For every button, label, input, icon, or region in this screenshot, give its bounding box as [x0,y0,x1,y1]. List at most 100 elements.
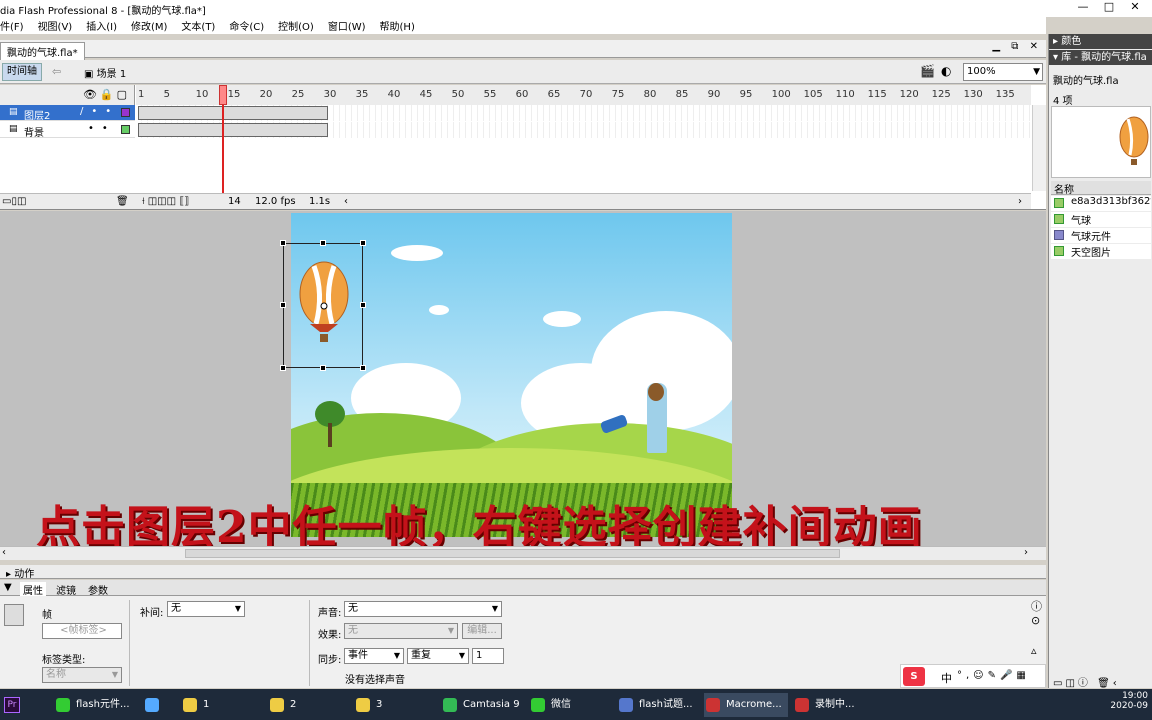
frame-ruler[interactable]: 1 5 10 15 20 25 30 35 40 45 50 55 60 65 70 75 80 85 90 95 10… [136,85,1031,105]
properties-panel: 帧 <帧标签> 标签类型: 名称 ▼ 补间: 无 ▼ 声音: 无 ▼ 效果: 无 ▼ 编… [0,596,1046,688]
edit-scene-icons[interactable]: 🎬◐ [920,64,957,78]
transform-handle[interactable] [280,302,286,308]
scroll-left-icon[interactable]: ‹ [344,196,348,207]
layer-row-background[interactable]: ▤ 背景 •• [0,122,135,139]
balloon-symbol[interactable] [284,244,364,369]
effect-select[interactable]: 无 ▼ [344,623,458,639]
library-item[interactable]: e8a3d313bf362f97 [1051,196,1151,211]
timeline-toggle-button[interactable]: 时间轴 [2,63,42,81]
transform-handle[interactable] [320,240,326,246]
taskbar-item-1[interactable] [143,693,167,717]
maximize-button[interactable]: □ [1096,0,1122,13]
chevron-down-icon: ▼ [458,651,465,660]
taskbar-item-5[interactable]: Camtasia 9 [441,693,525,717]
scroll-thumb[interactable] [185,549,840,558]
frame-span-background[interactable] [138,123,328,137]
delete-layer-icon[interactable]: 🗑 [116,196,129,207]
tab-parameters[interactable]: 参数 [88,582,108,597]
edit-button[interactable]: 编辑... [462,623,502,639]
library-tool-icons[interactable]: ▭◫ⓘ 🗑‹ [1053,674,1120,689]
cloud [391,245,443,261]
playhead-handle[interactable] [219,85,227,105]
ime-toolbar[interactable]: S 中 °,☺✎🎤▦ [900,664,1046,688]
minimize-button[interactable]: — [1070,0,1096,13]
taskbar-item-6[interactable]: 微信 [529,693,609,717]
collapse-icon[interactable]: ▵ [1031,644,1037,657]
taskbar-item-4[interactable]: 3 [354,693,434,717]
layer-row-2[interactable]: ▤ 图层2 /•• [0,105,135,122]
label-type-select[interactable]: 名称 ▼ [42,667,122,683]
ruler-tick-label: 95 [739,89,753,100]
menu-insert[interactable]: 插入(I) [86,18,117,33]
sync-select[interactable]: 事件 ▼ [344,648,404,664]
selection-box[interactable] [280,240,366,371]
scroll-right-icon[interactable]: › [1024,547,1028,558]
menu-view[interactable]: 视图(V) [38,18,73,33]
stage-area: 点击图层2中任一帧，右键选择创建补间动画 [0,211,1046,553]
back-arrow-icon[interactable]: ⇦ [52,65,61,78]
layer-visibility-lock-outline-icons[interactable]: 👁🔒▢ [83,88,130,101]
layer-state-dots[interactable]: /•• [80,106,119,117]
ime-mode[interactable]: 中 [941,670,952,686]
layer-color-swatch[interactable] [121,108,130,117]
library-item[interactable]: 气球 [1051,212,1151,227]
tween-select[interactable]: 无 ▼ [167,601,245,617]
sound-select[interactable]: 无 ▼ [344,601,502,617]
taskbar-item-2[interactable]: 1 [181,693,261,717]
repeat-select[interactable]: 重复 ▼ [407,648,469,664]
library-name-column[interactable]: 名称 [1051,181,1151,196]
taskbar-item-3[interactable]: 2 [268,693,348,717]
menu-file[interactable]: 件(F) [0,18,24,33]
settings-icon[interactable]: ⊙ [1031,614,1040,627]
tab-filters[interactable]: 滤镜 [56,582,76,597]
stage-horizontal-scrollbar[interactable]: ‹ › [0,546,1046,560]
scroll-left-icon[interactable]: ‹ [2,547,6,558]
transform-handle[interactable] [360,365,366,371]
document-tab[interactable]: 飘动的气球.fla* [0,42,85,60]
layer-color-swatch[interactable] [121,125,130,134]
flash-icon [706,698,720,712]
scroll-right-icon[interactable]: › [1018,196,1022,207]
menu-help[interactable]: 帮助(H) [380,18,415,33]
collapse-arrow-icon[interactable]: ▼ [4,582,12,593]
taskbar-item-0[interactable]: flash元件... [54,693,134,717]
menu-text[interactable]: 文本(T) [181,18,215,33]
playhead[interactable] [219,85,227,193]
frame-span-layer2[interactable] [138,106,328,120]
menu-modify[interactable]: 修改(M) [131,18,167,33]
transform-handle[interactable] [320,365,326,371]
menu-window[interactable]: 窗口(W) [328,18,366,33]
transform-handle[interactable] [360,302,366,308]
transform-handle[interactable] [360,240,366,246]
add-layer-icons[interactable]: ▭▯◫ [2,196,26,207]
scene-breadcrumb[interactable]: ▣ 场景 1 [84,65,126,80]
menu-control[interactable]: 控制(O) [278,18,314,33]
frame-label-input[interactable]: <帧标签> [42,623,122,639]
transform-handle[interactable] [280,240,286,246]
library-item[interactable]: 天空图片 [1051,244,1151,259]
taskbar-item-7[interactable]: flash试题... [617,693,697,717]
sogou-icon[interactable]: S [903,667,925,686]
close-button[interactable]: ✕ [1122,0,1148,13]
layer-state-dots[interactable]: •• [88,123,116,134]
library-file-select[interactable]: 飘动的气球.fla [1053,72,1119,87]
document-window-controls[interactable]: ▁ ⧉ ✕ [992,41,1042,52]
clock-date: 2020-09 [1110,701,1148,711]
taskbar-pr-icon[interactable]: Pr [0,693,20,717]
library-panel-header[interactable]: ▾ 库 - 飘动的气球.fla [1049,50,1152,65]
menu-commands[interactable]: 命令(C) [229,18,264,33]
taskbar-item-8[interactable]: Macrome... [704,693,788,717]
color-panel-header[interactable]: ▸ 颜色 [1049,34,1152,49]
onion-skin-icons[interactable]: ⟊ ◫◫◫ ⟦⟧ [142,196,189,207]
help-icon[interactable]: ⓘ [1031,598,1042,614]
ime-tool-icons[interactable]: °,☺✎🎤▦ [957,670,1030,681]
zoom-select[interactable]: 100% ▼ [963,63,1043,81]
repeat-count-input[interactable]: 1 [472,648,504,664]
library-item[interactable]: 气球元件 [1051,228,1151,243]
system-tray[interactable]: 19:00 2020-09 [1110,691,1148,711]
timeline-vertical-scrollbar[interactable] [1032,105,1046,191]
transform-handle[interactable] [280,365,286,371]
tab-properties[interactable]: 属性 [20,582,46,597]
actions-panel-bar[interactable]: ▸ 动作 [0,565,1046,580]
taskbar-item-9[interactable]: 录制中... [793,693,873,717]
